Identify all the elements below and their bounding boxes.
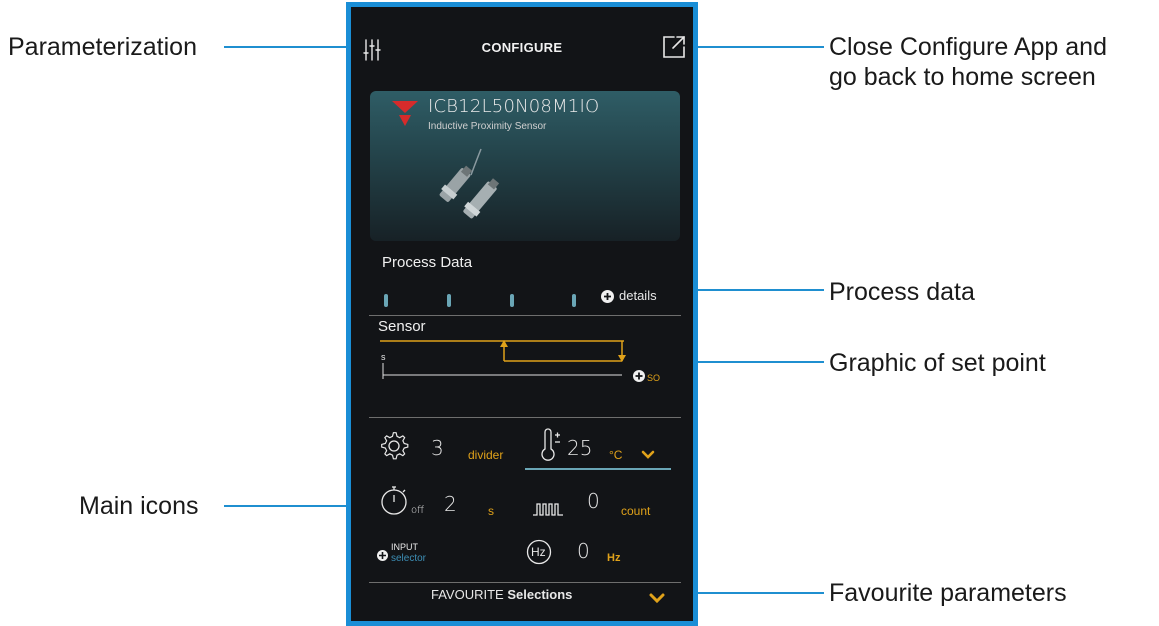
temperature-value: 25: [567, 436, 593, 460]
process-data-title: Process Data: [382, 254, 473, 271]
callout-close: Close Configure App and go back to home …: [829, 32, 1107, 92]
callout-favourite: Favourite parameters: [829, 579, 1067, 607]
callout-close-line2: go back to home screen: [829, 63, 1096, 91]
favourites-prefix: FAVOURITE: [431, 587, 504, 602]
app-title: CONFIGURE: [481, 40, 563, 55]
chevron-down-icon[interactable]: [641, 447, 655, 465]
process-bar: [572, 294, 576, 307]
divider-unit: divider: [468, 448, 504, 462]
input-sub[interactable]: selector: [391, 553, 426, 564]
brand-logo-icon: [392, 101, 418, 132]
chevron-down-icon[interactable]: [649, 591, 665, 609]
callout-graphic: Graphic of set point: [829, 349, 1046, 377]
callout-line: [224, 505, 350, 507]
details-link[interactable]: details: [619, 288, 657, 303]
callout-process-data: Process data: [829, 278, 975, 306]
product-model: ICB12L50N08M1IO: [428, 96, 600, 117]
counter-unit: count: [621, 504, 651, 518]
frequency-icon-text: Hz: [531, 545, 546, 559]
callout-line: [698, 361, 824, 363]
input-plus-icon[interactable]: [377, 548, 388, 566]
divider: [369, 417, 681, 418]
process-bar: [447, 294, 451, 307]
callout-close-line1: Close Configure App and: [829, 33, 1107, 61]
pulse-counter-icon[interactable]: [532, 501, 564, 522]
setpoint-graph: [376, 337, 626, 387]
callout-main-icons: Main icons: [79, 492, 199, 520]
product-card[interactable]: ICB12L50N08M1IO Inductive Proximity Sens…: [370, 91, 680, 241]
setpoint-plus-icon[interactable]: [633, 369, 645, 387]
process-bar: [384, 294, 388, 307]
sensor-title: Sensor: [378, 318, 426, 335]
timer-value: 2: [444, 492, 457, 516]
product-type: Inductive Proximity Sensor: [428, 121, 547, 132]
timer-sub: off: [411, 505, 425, 516]
input-label[interactable]: INPUT: [391, 542, 418, 552]
graph-axis-label: s: [381, 352, 386, 362]
timer-unit: s: [488, 504, 494, 518]
callout-line: [688, 46, 824, 48]
favourites-bold: Selections: [507, 587, 573, 602]
divider-value: 3: [431, 436, 444, 460]
external-link-icon[interactable]: [661, 34, 687, 65]
sensor-image-icon: [425, 145, 515, 230]
setpoint-label: SO: [647, 373, 661, 383]
frequency-value: 0: [577, 539, 590, 563]
favourites-bar[interactable]: FAVOURITE Selections: [431, 587, 572, 602]
app-screen: CONFIGURE ICB12L50N08M1IO Inductive Prox…: [346, 2, 698, 626]
thermometer-icon[interactable]: [539, 428, 567, 467]
details-plus-icon[interactable]: [601, 290, 614, 308]
temperature-underline: [525, 468, 671, 470]
frequency-unit: Hz: [607, 552, 621, 564]
stopwatch-icon[interactable]: [379, 484, 411, 521]
gear-icon[interactable]: [379, 430, 411, 467]
divider: [369, 582, 681, 583]
counter-value: 0: [587, 489, 600, 513]
callout-parameterization: Parameterization: [8, 33, 197, 61]
temperature-unit: °C: [609, 448, 623, 462]
divider: [369, 315, 681, 316]
callout-line: [224, 46, 350, 48]
process-bar: [510, 294, 514, 307]
